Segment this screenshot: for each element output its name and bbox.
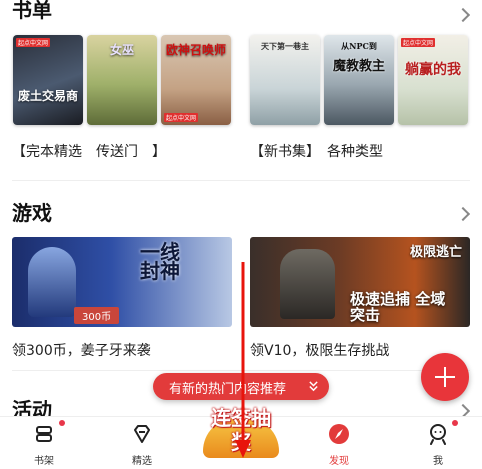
game-banner-art [28,247,76,317]
publisher-tag: 起点中文网 [164,113,199,122]
toast-text: 有新的热门内容推荐 [169,382,287,397]
nav-item-featured[interactable]: 精选 [112,417,172,469]
games-more-chevron-icon[interactable] [455,206,471,222]
booklist-more-chevron-icon[interactable] [455,7,471,23]
new-content-toast[interactable]: 有新的热门内容推荐 [153,373,329,400]
notification-dot [59,420,65,426]
double-chevron-down-icon [309,381,318,392]
section-divider [12,180,470,181]
nav-label: 我 [433,456,443,467]
badge-text: 连签抽奖 [211,406,271,454]
book-cover-title: 废土交易商 [17,89,78,103]
nav-item-discover[interactable]: 发现 [309,417,369,469]
game-banner[interactable]: 极限逃亡 极速追捕 全域突击 [250,237,470,327]
game-banner-art [280,249,335,319]
book-cover[interactable]: 起点中文网 躺赢的我 [398,35,468,125]
book-cover[interactable]: 从NPC到 魔教教主 [324,35,394,125]
checkin-lottery-badge[interactable]: 连签抽奖 [199,400,283,466]
bookshelf-icon [36,426,52,442]
section-divider [12,370,470,371]
book-cover[interactable]: 起点中文网 欧神召唤师 [161,35,231,125]
publisher-tag: 起点中文网 [16,38,51,47]
game-banner-price: 300币 [74,307,120,324]
nav-label: 精选 [132,456,152,467]
book-cover-title: 躺赢的我 [405,62,461,78]
plus-icon-bar [435,376,455,378]
book-cover-title: 魔教教主 [332,59,385,74]
book-cover-title: 女巫 [109,43,134,57]
game-banner-title: 一线封神 [140,240,180,283]
diamond-icon [134,425,150,443]
book-cover-subtitle: 从NPC到 [341,41,377,51]
nav-item-bookshelf[interactable]: 书架 [14,417,74,469]
nav-label: 发现 [329,456,349,467]
nav-label: 书架 [34,456,54,467]
compass-icon [329,424,349,444]
booklist-label[interactable]: 【新书集】 各种类型 [250,141,383,161]
game-caption[interactable]: 领V10，极限生存挑战 [250,340,389,360]
book-cover[interactable]: 起点中文网 废土交易商 [13,35,83,125]
book-cover[interactable]: 女巫 [87,35,157,125]
game-banner-logo: 极限逃亡 [409,245,462,260]
book-cover-title: 天下第一巷主 [261,41,309,51]
profile-icon [430,424,446,445]
game-caption[interactable]: 领300币，姜子牙来袭 [12,340,151,360]
book-cover[interactable]: 天下第一巷主 [250,35,320,125]
game-banner-title: 极速追捕 全域突击 [350,290,446,324]
notification-dot [452,420,458,426]
booklist-label[interactable]: 【完本精选 传送门 】 [12,141,166,161]
nav-item-me[interactable]: 我 [408,417,468,469]
games-section-title: 游戏 [12,201,52,225]
add-fab-button[interactable] [421,353,469,401]
game-banner[interactable]: 一线封神 300币 [12,237,232,327]
book-cover-title: 欧神召唤师 [165,43,226,57]
publisher-tag: 起点中文网 [401,38,436,47]
booklist-section-title: 书单 [12,0,52,22]
